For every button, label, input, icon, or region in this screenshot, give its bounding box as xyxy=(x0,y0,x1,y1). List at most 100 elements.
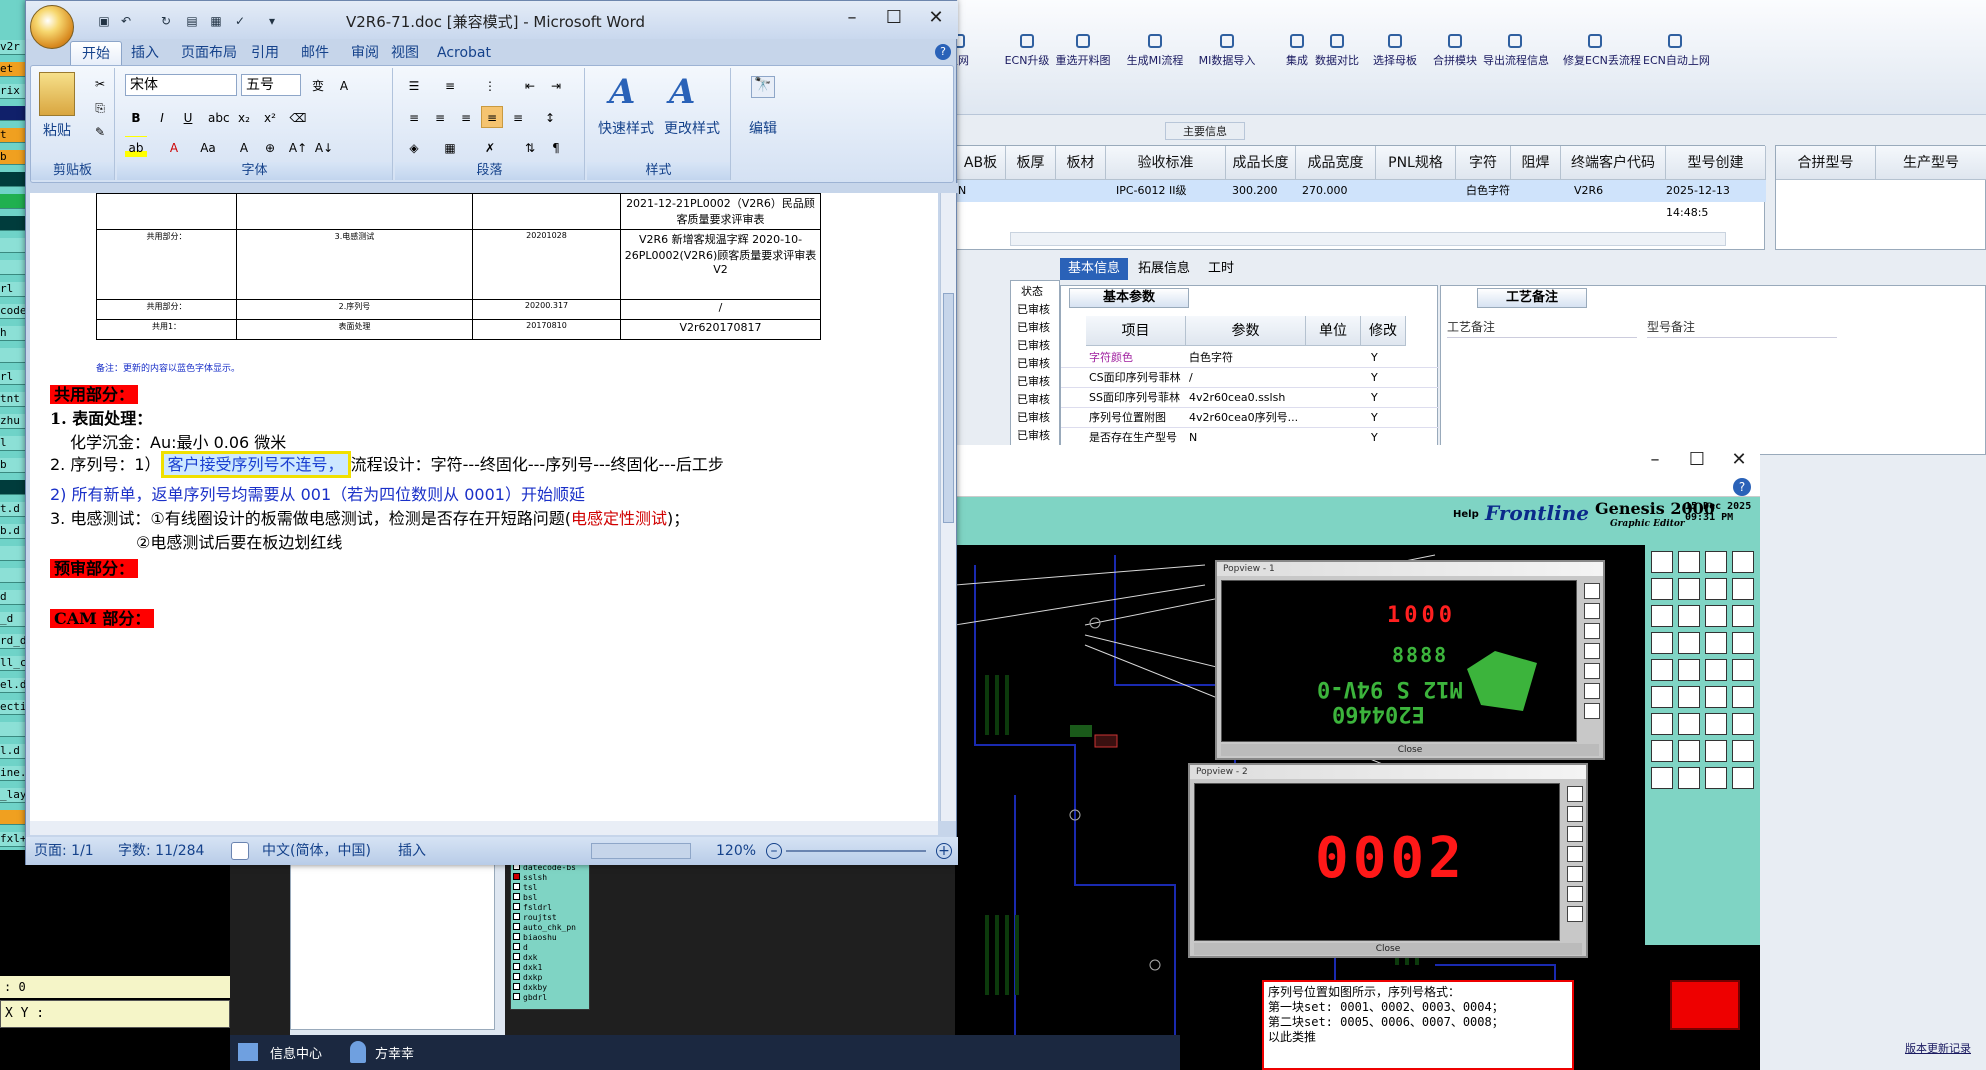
format-painter-icon[interactable]: ✎ xyxy=(89,120,111,142)
zoom-level[interactable]: 120% xyxy=(716,837,756,865)
grid-header[interactable]: 板材 xyxy=(1056,146,1106,180)
highlight-icon[interactable]: ab xyxy=(125,136,147,158)
genesis-tool-button[interactable] xyxy=(1705,740,1727,762)
font-size-change-icon[interactable]: Aa xyxy=(197,136,219,158)
grid-header[interactable]: 字符 xyxy=(1456,146,1511,180)
basic-param-row[interactable]: SS面印序列号菲林 4v2r60cea0.sslsh Y xyxy=(1061,388,1439,408)
ribbon-tab[interactable]: 邮件 xyxy=(290,41,340,65)
basic-param-row[interactable]: 字符颜色 白色字符 Y xyxy=(1061,348,1439,368)
layer-item[interactable]: roujtst xyxy=(513,913,557,923)
document-page[interactable]: 2021-12-21PL0002（V2R6）民品顾客质量要求评审表 共用部分： 3.… xyxy=(30,193,938,821)
paste-icon[interactable] xyxy=(39,72,75,116)
qat-customize-icon[interactable]: ▾ xyxy=(264,13,280,29)
genesis-tool-button[interactable] xyxy=(1678,605,1700,627)
genesis-tool-button[interactable] xyxy=(1651,605,1673,627)
genesis-tool-button[interactable] xyxy=(1732,740,1754,762)
word-close-button[interactable]: ✕ xyxy=(916,5,956,31)
ribbon-tab[interactable]: 开始 xyxy=(70,41,122,65)
erp-tab[interactable]: 拓展信息 xyxy=(1130,258,1198,280)
insert-mode[interactable]: 插入 xyxy=(398,837,426,865)
layer-item[interactable]: dxk xyxy=(513,953,537,963)
change-case-icon[interactable]: 变 xyxy=(307,74,329,96)
genesis-tool-button[interactable] xyxy=(1678,686,1700,708)
layer-checkbox[interactable] xyxy=(513,943,520,950)
genesis-tool-button[interactable] xyxy=(1732,605,1754,627)
popview-2-close-button[interactable]: Close xyxy=(1194,943,1582,955)
page-indicator[interactable]: 页面: 1/1 xyxy=(34,837,94,865)
layer-checkbox[interactable] xyxy=(513,903,520,910)
shading-icon[interactable]: ◈ xyxy=(403,136,425,158)
genesis-help-icon[interactable]: ? xyxy=(1733,478,1751,496)
numbering-icon[interactable]: ≡ xyxy=(439,74,461,96)
genesis-tool-button[interactable] xyxy=(1732,659,1754,681)
font-name-box[interactable]: 宋体 xyxy=(125,74,237,96)
increase-indent-icon[interactable]: ⇥ xyxy=(545,74,567,96)
genesis-tool-button[interactable] xyxy=(1705,605,1727,627)
italic-icon[interactable]: I xyxy=(151,106,173,128)
proofing-icon[interactable] xyxy=(231,842,249,860)
grid-header[interactable]: 终端客户代码 xyxy=(1561,146,1666,180)
layer-item[interactable]: tsl xyxy=(513,883,537,893)
layer-item[interactable]: biaoshu xyxy=(513,933,557,943)
grow-font-icon[interactable]: A↑ xyxy=(287,136,309,158)
word-help-icon[interactable]: ? xyxy=(935,44,951,60)
craft-header[interactable]: 工艺备注 xyxy=(1447,316,1637,338)
genesis-minimize-button[interactable]: – xyxy=(1635,447,1675,473)
font-size-box[interactable]: 五号 xyxy=(241,74,301,96)
right-grid-header[interactable]: 生产型号 xyxy=(1876,146,1986,180)
layer-item[interactable]: fsldrl xyxy=(513,903,552,913)
genesis-help-menu[interactable]: Help xyxy=(1453,509,1479,520)
change-styles-icon[interactable]: A xyxy=(669,72,695,112)
layer-checkbox[interactable] xyxy=(513,923,520,930)
right-grid-header[interactable]: 合拼型号 xyxy=(1776,146,1876,180)
genesis-tool-button[interactable] xyxy=(1732,632,1754,654)
genesis-tool-button[interactable] xyxy=(1732,713,1754,735)
erp-toolbar-button[interactable]: 修复ECN丢流程 xyxy=(1563,30,1641,80)
grid-header[interactable]: 成品宽度 xyxy=(1296,146,1376,180)
genesis-tool-button[interactable] xyxy=(1651,713,1673,735)
cut-icon[interactable]: ✂ xyxy=(89,72,111,94)
basic-header[interactable]: 修改 xyxy=(1361,316,1406,346)
word-minimize-button[interactable]: – xyxy=(832,5,872,31)
grid-header[interactable]: 验收标准 xyxy=(1106,146,1226,180)
layer-item[interactable]: bsl xyxy=(513,893,537,903)
shrink-font-icon[interactable]: A↓ xyxy=(313,136,335,158)
genesis-tool-button[interactable] xyxy=(1651,578,1673,600)
genesis-tool-button[interactable] xyxy=(1705,632,1727,654)
save-icon[interactable]: ▣ xyxy=(96,13,112,29)
char-shading-icon[interactable]: A xyxy=(233,136,255,158)
grid-header[interactable]: AB板 xyxy=(956,146,1006,180)
zoom-out-icon[interactable]: – xyxy=(766,843,782,859)
popview-1[interactable]: Popview - 1 1000 8888 M12 S 94V-0 E20446… xyxy=(1215,560,1605,760)
genesis-tool-button[interactable] xyxy=(1651,767,1673,789)
open-icon[interactable]: ▤ xyxy=(184,13,200,29)
basic-param-row[interactable]: CS面印序列号菲林 / Y xyxy=(1061,368,1439,388)
genesis-tool-button[interactable] xyxy=(1705,713,1727,735)
multilevel-list-icon[interactable]: ⋮ xyxy=(479,74,501,96)
genesis-tool-button[interactable] xyxy=(1732,551,1754,573)
print-preview-icon[interactable]: ▦ xyxy=(208,13,224,29)
layer-item[interactable]: dxk1 xyxy=(513,963,542,973)
erp-tab[interactable]: 基本信息 xyxy=(1060,258,1129,280)
erp-toolbar-button[interactable]: ECN自动上网 xyxy=(1643,30,1710,80)
layer-item[interactable]: gbdrl xyxy=(513,993,547,1003)
genesis-tool-button[interactable] xyxy=(1705,551,1727,573)
genesis-tool-button[interactable] xyxy=(1678,767,1700,789)
char-border-icon[interactable]: A xyxy=(333,74,355,96)
quick-styles-label[interactable]: 快速样式 xyxy=(591,118,661,138)
ribbon-tab[interactable]: Acrobat xyxy=(426,41,502,65)
ribbon-tab[interactable]: 插入 xyxy=(120,41,170,65)
zoom-slider[interactable] xyxy=(786,850,926,852)
info-center-label[interactable]: 信息中心 xyxy=(270,1043,322,1062)
erp-toolbar-button[interactable]: 选择母板 xyxy=(1363,30,1427,80)
genesis-tool-button[interactable] xyxy=(1678,578,1700,600)
basic-header[interactable]: 项目 xyxy=(1086,316,1186,346)
craft-header[interactable]: 型号备注 xyxy=(1647,316,1837,338)
chinese-layout-icon[interactable]: ✗ xyxy=(479,136,501,158)
paste-label[interactable]: 粘贴 xyxy=(37,120,77,140)
layer-item[interactable]: auto_chk_pn xyxy=(513,923,576,933)
erp-grid-scrollbar[interactable] xyxy=(1010,232,1726,246)
genesis-tool-button[interactable] xyxy=(1651,632,1673,654)
layer-checkbox[interactable] xyxy=(513,963,520,970)
layer-checkbox[interactable] xyxy=(513,883,520,890)
